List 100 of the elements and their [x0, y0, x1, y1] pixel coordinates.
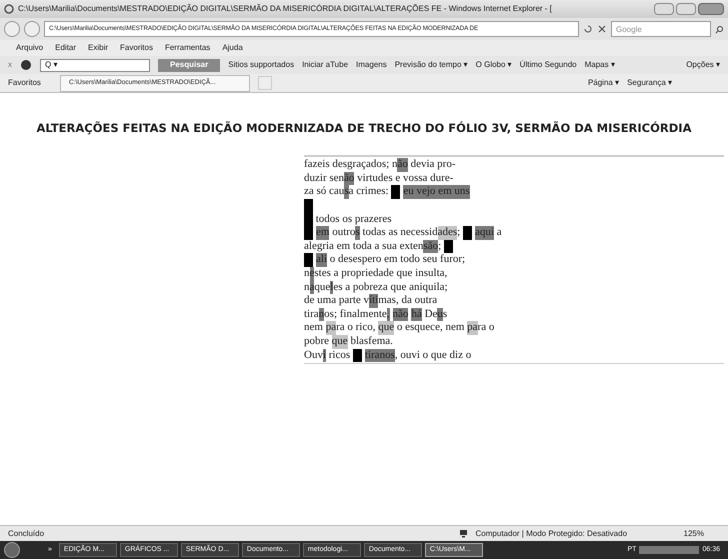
text-run: za só cau	[304, 185, 344, 200]
text-run: devia pro-	[410, 158, 456, 172]
text-run: nem	[304, 321, 324, 335]
window-title: C:\Users\Marilia\Documents\MESTRADO\EDIÇÃO DIGITAL\SERMÃO DA MISERICÓRDIA DIGITAL\ALTERAÇÕES FE - Windows Internet Explorer - [	[18, 3, 553, 15]
start-button[interactable]	[4, 542, 20, 558]
text-run: stes a propriedade que insulta,	[314, 267, 448, 281]
toolbar-link[interactable]: Imagens	[356, 59, 387, 71]
text-run: es a pobreza que aniquila;	[333, 280, 448, 294]
highlighted-text: íti	[369, 294, 378, 308]
forward-button[interactable]	[24, 21, 40, 37]
text-run: n	[304, 280, 310, 294]
text-run: ra o rico,	[336, 321, 376, 335]
menu-item[interactable]: Arquivo	[16, 42, 44, 54]
menu-item[interactable]: Ajuda	[222, 42, 243, 54]
toolbar-link[interactable]: Sitios supportados	[228, 59, 294, 71]
command-menu[interactable]: Página ▾	[588, 77, 620, 89]
refresh-icon[interactable]	[583, 24, 593, 34]
search-icon[interactable]	[715, 24, 724, 34]
highlighted-text: e	[310, 267, 314, 281]
redaction-mark	[462, 226, 472, 240]
text-run: tira	[304, 308, 319, 322]
highlighted-text: aqui	[474, 226, 494, 240]
options-menu[interactable]: Opções ▾	[686, 59, 720, 71]
text-run: Ouv	[304, 348, 323, 362]
minimize-button[interactable]	[654, 3, 674, 15]
text-run: a	[496, 226, 502, 240]
highlighted-text: s	[344, 185, 349, 200]
text-run: s	[442, 308, 448, 322]
redaction-mark	[304, 199, 313, 213]
highlighted-text: u	[437, 308, 443, 322]
close-toolbar-button[interactable]: x	[8, 59, 12, 71]
text-run: alegria em toda a sua exten	[304, 240, 424, 254]
close-button[interactable]	[698, 3, 724, 15]
toolbar-link[interactable]: Mapas ▾	[584, 59, 615, 71]
redaction-mark	[304, 226, 313, 240]
text-run: duzir sen	[304, 172, 344, 186]
text-run: ricos	[328, 348, 352, 362]
search-field[interactable]: Google	[611, 21, 711, 37]
highlighted-text: ades	[438, 226, 458, 240]
highlighted-text: há	[411, 308, 422, 322]
toolbar-search-field[interactable]: Q ▾	[40, 58, 150, 72]
maximize-button[interactable]	[676, 3, 696, 15]
toolbar-link[interactable]: Iniciar aTube	[302, 59, 348, 71]
text-run: mas, da outra	[378, 294, 438, 308]
toolbar-link[interactable]: O Globo ▾	[476, 59, 512, 71]
highlighted-text: que	[332, 334, 348, 349]
text-run: todas as necessid	[361, 226, 438, 240]
menu-item[interactable]: Favoritos	[120, 42, 153, 54]
highlighted-text: pa	[326, 321, 336, 335]
highlighted-text: l	[330, 280, 334, 294]
highlighted-text: ão	[344, 172, 354, 186]
command-menu[interactable]: Segurança ▾	[627, 77, 672, 89]
text-run: o esquece, nem	[396, 321, 466, 335]
favorites-button[interactable]: Favoritos	[8, 77, 52, 89]
toolbar-logo-icon	[20, 59, 32, 71]
text-run: pobre	[304, 334, 330, 349]
text-run: que	[314, 280, 330, 294]
text-run: de uma parte v	[304, 294, 370, 308]
menu-item[interactable]: Ferramentas	[164, 42, 210, 54]
redaction-mark	[352, 348, 362, 362]
status-text: Concluído	[8, 528, 46, 540]
text-run: ;	[438, 240, 442, 254]
close-icon[interactable]	[597, 24, 607, 34]
text-run: a crimes:	[348, 185, 390, 200]
highlighted-text: s	[355, 226, 360, 240]
text-run: n	[304, 267, 310, 281]
text-run: ra o	[478, 321, 494, 335]
text-run: fazeis desgraçados; n	[304, 158, 398, 172]
text-run: blasfema.	[349, 334, 393, 349]
highlighted-text: i	[322, 348, 326, 362]
menu-item[interactable]: Editar	[55, 42, 76, 54]
highlighted-text: são	[423, 240, 438, 254]
search-button[interactable]: Pesquisar	[158, 58, 220, 72]
back-button[interactable]	[4, 21, 20, 37]
new-tab-button[interactable]	[258, 76, 272, 90]
text-run: todos os prazeres	[314, 212, 392, 226]
toolbar-link[interactable]: Último Segundo	[520, 59, 577, 71]
menu-item[interactable]: Exibir	[88, 42, 108, 54]
highlighted-text: que	[378, 321, 394, 335]
text-run: virtudes e vossa dure-	[356, 172, 454, 186]
text-run: De	[424, 308, 438, 322]
computer-icon	[458, 529, 468, 538]
text-run: o desespero em todo seu furor;	[328, 253, 466, 267]
page-heading: ALTERAÇÕES FEITAS NA EDIÇÃO MODERNIZADA DE TRECHO DO FÓLIO 3V, SERMÃO DA MISERICÓRDIA	[36, 120, 692, 137]
text-run: outro	[331, 226, 356, 240]
zoom-control[interactable]: 125%	[684, 528, 720, 540]
toolbar-link[interactable]: Previsão do tempo ▾	[394, 59, 468, 71]
zone-text: Computador | Modo Protegido: Desativado	[476, 528, 628, 540]
browser-icon	[4, 4, 14, 14]
highlighted-text: ão	[397, 158, 408, 172]
redaction-mark	[391, 185, 400, 200]
highlighted-text: ali	[316, 253, 327, 267]
highlighted-text: ,	[386, 308, 390, 322]
text-run: ;	[457, 226, 462, 240]
highlighted-text: tiranos	[364, 348, 395, 362]
redaction-mark	[444, 240, 453, 254]
highlighted-text: eu vejo em uns	[403, 185, 470, 200]
text-run: os; finalmente	[324, 308, 387, 322]
search-prefix: Q ▾	[45, 59, 58, 71]
text-run: , ouvi o que diz o	[394, 348, 472, 362]
